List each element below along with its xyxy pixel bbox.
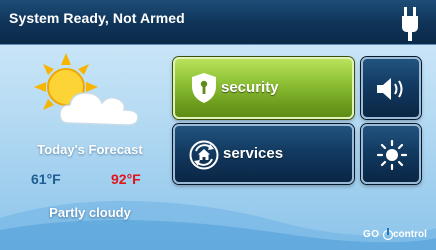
logo-go-text: GO	[363, 229, 380, 240]
volume-button[interactable]	[361, 57, 421, 119]
speaker-volume-icon	[377, 78, 403, 100]
system-status-text: System Ready, Not Armed	[9, 10, 185, 26]
logo-control-text: control	[393, 229, 427, 240]
partly-cloudy-icon	[34, 53, 139, 126]
status-bar: System Ready, Not Armed	[0, 0, 436, 45]
services-button-label: services	[223, 145, 284, 162]
home-refresh-icon	[189, 140, 219, 170]
weather-condition: Partly cloudy	[49, 205, 131, 220]
brightness-button[interactable]	[361, 124, 421, 184]
low-temperature: 61°F	[31, 171, 61, 187]
gocontrol-logo: GO control	[363, 228, 433, 244]
brightness-sun-icon	[377, 140, 407, 170]
services-button[interactable]: services	[173, 124, 354, 184]
security-button-label: security	[221, 79, 279, 96]
logo-mark-icon	[383, 228, 393, 241]
power-plug-icon[interactable]	[402, 7, 418, 41]
high-temperature: 92°F	[111, 171, 141, 187]
shield-keyhole-icon	[192, 73, 216, 103]
security-button[interactable]: security	[173, 57, 354, 119]
home-screen: System Ready, Not Armed Today's Forecast…	[0, 0, 436, 250]
forecast-label: Today's Forecast	[37, 142, 143, 157]
